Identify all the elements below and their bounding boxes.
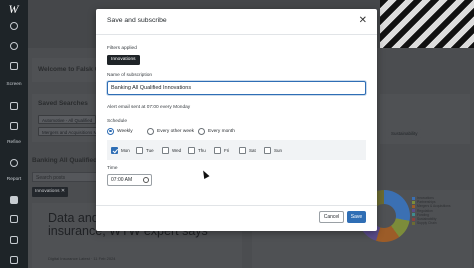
- checkbox-icon[interactable]: [136, 146, 143, 154]
- radio-label: Every other week: [157, 128, 195, 134]
- day-checkbox-mon[interactable]: Mon: [111, 146, 130, 154]
- close-icon[interactable]: ✕: [61, 189, 65, 194]
- legend-swatch: [412, 213, 415, 217]
- home-icon[interactable]: [8, 20, 20, 32]
- day-label: Tue: [146, 147, 154, 153]
- day-label: Mon: [121, 147, 130, 153]
- day-label: Sun: [274, 147, 283, 153]
- day-selector: Mon Tue Wed Thu Fri Sat Sun: [107, 140, 366, 160]
- schedule-radio-weekly[interactable]: Weekly: [107, 127, 133, 135]
- close-icon[interactable]: ✕: [359, 15, 367, 27]
- active-filter-tag[interactable]: Innovations ✕: [32, 187, 68, 197]
- dialog-header: Save and subscribe ✕: [96, 9, 377, 35]
- day-checkbox-fri[interactable]: Fri: [214, 146, 229, 154]
- article-meta: Digital Insurance Latest · 11 Feb 2024: [48, 256, 116, 261]
- refine-icon[interactable]: [8, 157, 20, 169]
- sustainability-chip[interactable]: Sustainability: [388, 129, 421, 138]
- legend-swatch: [412, 205, 415, 208]
- subscription-name-input[interactable]: Banking All Qualified Innovations: [107, 81, 366, 95]
- app-logo: W: [8, 2, 19, 16]
- rail-label-report: Report: [6, 177, 22, 182]
- day-label: Thu: [198, 147, 206, 153]
- rail-label-refine: Refine: [7, 140, 21, 145]
- left-rail: W Screen Refine Report: [0, 0, 28, 268]
- settings-icon[interactable]: [8, 254, 20, 266]
- subscription-name-label: Name of subscription: [107, 73, 153, 78]
- checkbox-icon[interactable]: [239, 146, 246, 154]
- dialog-title: Save and subscribe: [107, 17, 167, 24]
- clock-icon[interactable]: [143, 176, 149, 183]
- day-label: Fri: [224, 147, 230, 153]
- radio-icon[interactable]: [198, 127, 205, 135]
- grid-icon[interactable]: [8, 60, 20, 72]
- search-icon[interactable]: [8, 40, 20, 52]
- report-icon[interactable]: [8, 194, 20, 206]
- saved-search-chip[interactable]: Mergers and Acquisitions M: [38, 127, 102, 136]
- day-checkbox-sat[interactable]: Sat: [239, 146, 256, 154]
- checkbox-icon[interactable]: [264, 146, 271, 154]
- saved-search-chip[interactable]: Automotive - All Qualified: [38, 115, 97, 124]
- radio-label: Weekly: [117, 128, 133, 134]
- legend-label: Supply Chain: [417, 221, 437, 226]
- time-input[interactable]: 07:00 AM: [107, 174, 152, 186]
- welcome-heading: Welcome to Falsk Cr: [38, 66, 102, 73]
- schedule-radio-biweekly[interactable]: Every other week: [147, 127, 194, 135]
- archive-icon[interactable]: [8, 234, 20, 246]
- cancel-button[interactable]: Cancel: [319, 211, 344, 223]
- legend-swatch: [412, 221, 415, 225]
- alert-description: Alert email sent at 07:00 every Monday: [107, 105, 191, 110]
- filters-label: Filters applied: [107, 46, 137, 51]
- rail-label-screen: Screen: [6, 82, 22, 87]
- schedule-radio-monthly[interactable]: Every month: [198, 127, 235, 135]
- schedule-label: Schedule: [107, 119, 128, 124]
- legend-swatch: [412, 196, 415, 200]
- radio-icon[interactable]: [147, 127, 154, 135]
- day-checkbox-tue[interactable]: Tue: [136, 146, 154, 154]
- checkbox-icon[interactable]: [162, 146, 169, 154]
- legend-swatch: [412, 217, 415, 221]
- legend-swatch: [412, 209, 415, 213]
- radio-selected-icon[interactable]: [107, 127, 114, 135]
- save-button[interactable]: Save: [347, 211, 366, 223]
- time-label: Time: [107, 166, 118, 171]
- saved-searches-heading: Saved Searches: [38, 100, 88, 107]
- day-label: Sat: [249, 147, 256, 153]
- document-icon[interactable]: [8, 213, 20, 225]
- day-checkbox-thu[interactable]: Thu: [188, 146, 206, 154]
- section-heading: Banking All Qualified: [32, 157, 98, 164]
- time-value: 07:00 AM: [111, 177, 133, 183]
- day-label: Wed: [172, 147, 182, 153]
- radio-label: Every month: [208, 128, 235, 134]
- screen-icon[interactable]: [8, 100, 20, 112]
- checkbox-icon[interactable]: [214, 146, 221, 154]
- legend-swatch: [412, 200, 415, 204]
- filter-chip: Innovations: [107, 55, 140, 65]
- list-icon[interactable]: [8, 120, 20, 132]
- day-checkbox-sun[interactable]: Sun: [264, 146, 282, 154]
- checkbox-icon[interactable]: [188, 146, 195, 154]
- legend-item: Supply Chain: [412, 221, 451, 225]
- save-subscribe-dialog: Save and subscribe ✕ Filters applied Inn…: [96, 9, 377, 231]
- checkbox-checked-icon[interactable]: [111, 146, 118, 154]
- hero-image: [380, 0, 474, 48]
- day-checkbox-wed[interactable]: Wed: [162, 146, 181, 154]
- active-filter-tag-label: Innovations: [35, 189, 60, 194]
- chart-legend: Innovations Partnerships Mergers & Acqui…: [412, 196, 451, 225]
